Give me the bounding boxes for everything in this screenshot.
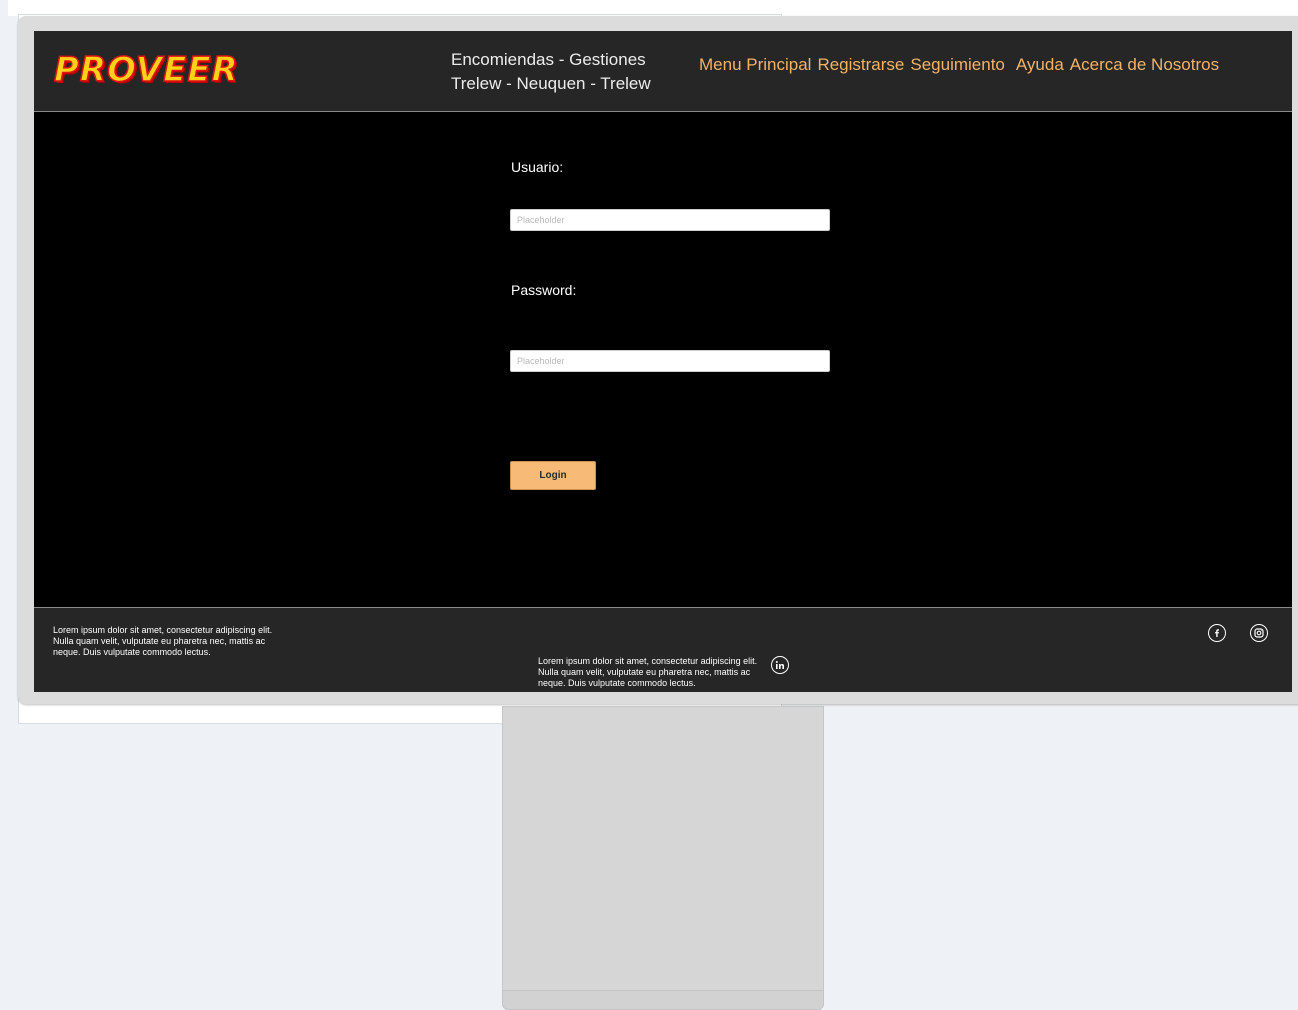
footer-text-center: Lorem ipsum dolor sit amet, consectetur … [538, 656, 758, 688]
nav-menu-principal[interactable]: Menu Principal [699, 55, 811, 75]
username-input[interactable] [510, 209, 830, 231]
site-tagline: Encomiendas - Gestiones Trelew - Neuquen… [451, 48, 651, 96]
tagline-line-2: Trelew - Neuquen - Trelew [451, 74, 651, 93]
instagram-glyph [1254, 628, 1264, 638]
nav-ayuda[interactable]: Ayuda [1016, 55, 1064, 75]
tagline-line-1: Encomiendas - Gestiones [451, 50, 646, 69]
facebook-glyph [1215, 629, 1219, 637]
monitor-stand [502, 706, 824, 992]
site-header: PROVEER Encomiendas - Gestiones Trelew -… [34, 31, 1292, 112]
username-label: Usuario: [511, 159, 564, 175]
proveer-logo[interactable]: PROVEER [53, 49, 239, 91]
login-button[interactable]: Login [510, 461, 596, 490]
footer-text-left: Lorem ipsum dolor sit amet, consectetur … [53, 625, 273, 657]
monitor-screen: PROVEER Encomiendas - Gestiones Trelew -… [34, 31, 1292, 692]
monitor-stand-base [502, 990, 824, 1010]
linkedin-icon[interactable] [771, 656, 789, 674]
password-label: Password: [511, 282, 577, 298]
nav-seguimiento[interactable]: Seguimiento [910, 55, 1005, 75]
nav-registrarse[interactable]: Registrarse [817, 55, 904, 75]
instagram-icon[interactable] [1250, 624, 1268, 642]
main-nav: Menu Principal Registrarse Seguimiento A… [699, 55, 1219, 75]
password-input[interactable] [510, 350, 830, 372]
site-footer: Lorem ipsum dolor sit amet, consectetur … [34, 607, 1292, 692]
facebook-icon[interactable] [1208, 624, 1226, 642]
linkedin-glyph [775, 661, 784, 669]
nav-acerca-de-nosotros[interactable]: Acerca de Nosotros [1070, 55, 1219, 75]
